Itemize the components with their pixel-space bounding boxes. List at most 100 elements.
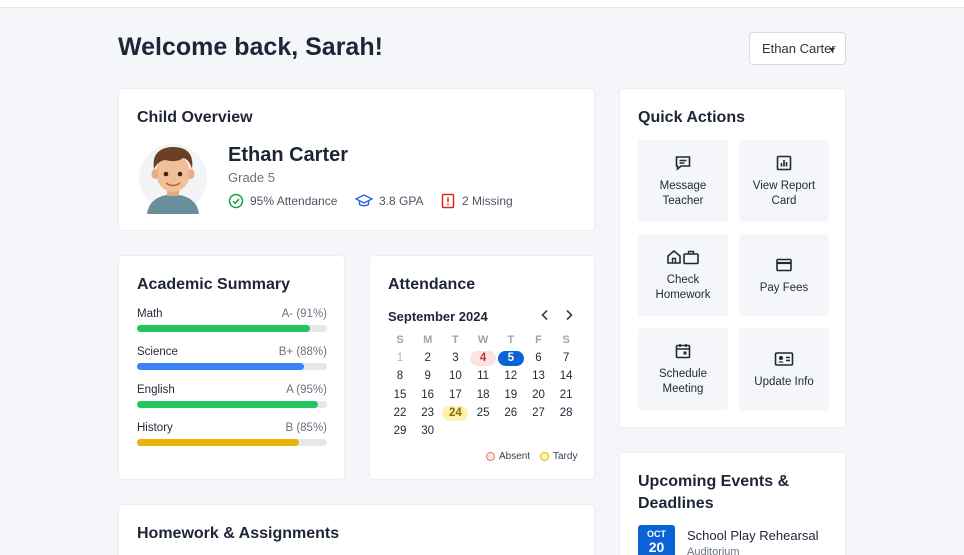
legend-absent: Absent [486, 451, 530, 462]
calendar-day[interactable]: 8 [387, 369, 413, 384]
calendar-day[interactable]: 25 [470, 406, 496, 421]
child-select[interactable]: Ethan Carter [749, 32, 846, 65]
subject-grade: A (95%) [286, 384, 327, 396]
event-day: 20 [648, 539, 665, 555]
calendar-day[interactable]: 30 [415, 424, 441, 439]
message-teacher-button[interactable]: Message Teacher [638, 140, 728, 222]
credit-card-icon [776, 258, 792, 272]
message-teacher-label: Message Teacher [659, 180, 707, 207]
legend-tardy-label: Tardy [553, 451, 578, 462]
calendar-day[interactable]: 16 [415, 388, 441, 403]
calendar-day[interactable]: 11 [470, 369, 496, 384]
progress-track [137, 439, 327, 446]
calendar-day[interactable]: 28 [553, 406, 579, 421]
absent-dot [486, 452, 495, 461]
calendar-day[interactable]: 2 [415, 351, 441, 366]
attendance-stat: 95% Attendance [228, 193, 337, 209]
calendar-day[interactable]: 19 [498, 388, 524, 403]
card-title: Child Overview [137, 109, 253, 126]
progress-track [137, 401, 327, 408]
calendar-day[interactable]: 9 [415, 369, 441, 384]
weekday-header: T [507, 334, 515, 346]
event-location: Auditorium [687, 546, 740, 555]
calendar-day[interactable]: 4 [470, 351, 497, 367]
chevron-down-icon [829, 48, 835, 52]
academic-summary-card: Academic Summary Math A- (91%) Science B… [118, 255, 345, 480]
subject-name: History [137, 422, 173, 434]
calendar-day[interactable]: 14 [553, 369, 579, 384]
child-grade: Grade 5 [228, 170, 275, 185]
card-title: Attendance [388, 276, 476, 293]
weekday-header: S [396, 334, 404, 346]
calendar-day[interactable]: 17 [442, 388, 468, 403]
check-homework-button[interactable]: Check Homework [638, 234, 728, 316]
pay-fees-button[interactable]: Pay Fees [739, 234, 829, 316]
gpa-stat: 3.8 GPA [355, 193, 423, 209]
check-circle-icon [228, 193, 244, 209]
calendar-day[interactable]: 13 [526, 369, 552, 384]
message-icon [675, 156, 691, 171]
weekday-header: M [423, 334, 433, 346]
card-title: Quick Actions [638, 109, 745, 126]
subject-grade: A- (91%) [281, 308, 327, 320]
subject-grade: B (85%) [285, 422, 327, 434]
subject-grade: B+ (88%) [278, 346, 327, 358]
calendar-day[interactable]: 23 [415, 406, 441, 421]
progress-track [137, 363, 327, 370]
weekday-header: T [452, 334, 459, 346]
check-homework-label: Check Homework [655, 274, 711, 301]
missing-stat: 2 Missing [440, 193, 513, 209]
alert-icon [441, 193, 455, 209]
child-select-value: Ethan Carter [762, 41, 836, 56]
graduation-cap-icon [355, 194, 373, 207]
subject-name: Science [137, 346, 178, 358]
event-title[interactable]: School Play Rehearsal [687, 528, 819, 543]
calendar-icon [675, 344, 691, 359]
tardy-dot [540, 452, 549, 461]
calendar-day[interactable]: 7 [553, 351, 579, 366]
weekday-header: F [535, 334, 542, 346]
page-title: Welcome back, Sarah! [118, 33, 383, 61]
attendance-stat-label: 95% Attendance [250, 194, 338, 208]
subject-name: Math [137, 308, 163, 320]
progress-fill [137, 401, 318, 408]
view-report-card-button[interactable]: View Report Card [739, 140, 829, 222]
update-info-button[interactable]: Update Info [739, 328, 829, 410]
legend-absent-label: Absent [499, 451, 531, 462]
progress-fill [137, 363, 305, 370]
card-title: Upcoming Events & Deadlines [638, 473, 790, 512]
calendar-day[interactable]: 15 [387, 388, 413, 403]
card-title: Homework & Assignments [137, 525, 340, 542]
calendar-day[interactable]: 21 [553, 388, 579, 403]
legend-tardy: Tardy [540, 451, 577, 462]
calendar-day[interactable]: 26 [498, 406, 524, 421]
chevron-right-icon[interactable] [562, 307, 576, 323]
homework-card: Homework & Assignments [118, 504, 595, 555]
chart-icon [776, 155, 792, 171]
calendar-day[interactable]: 18 [470, 388, 496, 403]
weekday-header: S [562, 334, 570, 346]
quick-actions-card: Quick Actions Message Teacher View Repor… [619, 88, 846, 428]
event-month: OCT [647, 529, 666, 539]
calendar-day[interactable]: 6 [526, 351, 552, 366]
child-name: Ethan Carter [228, 144, 349, 166]
calendar-day[interactable]: 20 [526, 388, 552, 403]
gpa-stat-label: 3.8 GPA [379, 194, 424, 208]
view-report-card-label: View Report Card [752, 180, 816, 207]
calendar-day[interactable]: 27 [526, 406, 552, 421]
calendar-day[interactable]: 3 [442, 351, 468, 366]
progress-fill [137, 325, 310, 332]
calendar-day[interactable]: 1 [387, 351, 413, 366]
calendar-day[interactable]: 29 [387, 424, 413, 439]
schedule-meeting-button[interactable]: Schedule Meeting [638, 328, 728, 410]
calendar-day[interactable]: 22 [387, 406, 413, 421]
schedule-meeting-label: Schedule Meeting [659, 368, 707, 395]
event-date-badge: OCT 20 [638, 525, 675, 555]
calendar-month: September 2024 [388, 309, 488, 324]
calendar-day[interactable]: 5 [497, 351, 524, 367]
calendar-day[interactable]: 10 [442, 369, 468, 384]
calendar-day[interactable]: 24 [442, 405, 469, 421]
chevron-left-icon[interactable] [538, 307, 552, 323]
progress-fill [137, 439, 299, 446]
calendar-day[interactable]: 12 [498, 369, 524, 384]
